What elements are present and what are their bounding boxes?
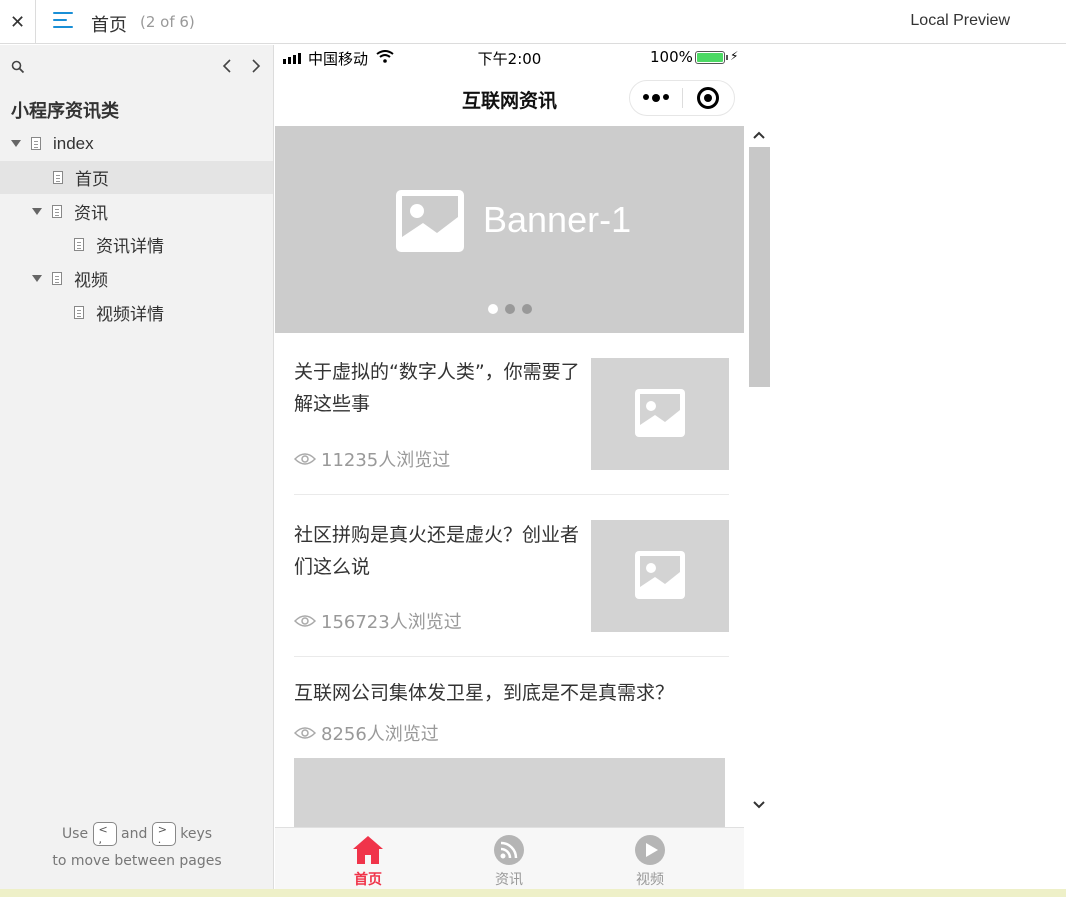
carousel-dot[interactable] xyxy=(505,304,515,314)
page-icon xyxy=(53,171,63,184)
tab-label: 首页 xyxy=(354,872,382,888)
eye-icon xyxy=(294,615,316,627)
project-title: 小程序资讯类 xyxy=(11,101,119,122)
page-count: (2 of 6) xyxy=(140,13,195,31)
tab-home[interactable]: 首页 xyxy=(298,828,438,889)
tree-item-video-detail[interactable]: 视频详情 xyxy=(0,296,273,329)
page-icon xyxy=(52,272,62,285)
page-icon xyxy=(74,238,84,251)
news-thumbnail[interactable] xyxy=(591,358,729,470)
chevron-right-icon xyxy=(252,59,261,73)
page-icon xyxy=(74,306,84,319)
bottom-strip xyxy=(0,889,1066,897)
news-title[interactable]: 社区拼购是真火还是虚火？创业者们这么说 xyxy=(294,519,584,583)
views-count: 8256人浏览过 xyxy=(321,724,439,745)
news-views: 156723人浏览过 xyxy=(294,608,462,634)
tab-label: 视频 xyxy=(636,872,664,888)
tab-bar: 首页 资讯 视频 xyxy=(275,827,744,889)
eye-icon xyxy=(294,453,316,465)
news-title[interactable]: 互联网公司集体发卫星，到底是不是真需求？ xyxy=(294,677,729,709)
prev-key-icon: <, xyxy=(92,822,117,846)
image-placeholder-icon xyxy=(396,190,464,252)
page-icon xyxy=(31,137,41,150)
caret-down-icon[interactable] xyxy=(32,208,42,215)
news-wide-thumbnail[interactable] xyxy=(294,758,725,827)
image-placeholder-icon xyxy=(635,389,685,437)
carousel-dot[interactable] xyxy=(488,304,498,314)
mini-program-navbar: 互联网资讯 xyxy=(275,71,744,126)
rss-icon xyxy=(494,835,524,865)
play-icon xyxy=(635,835,665,865)
next-key-icon: >. xyxy=(151,822,176,846)
views-count: 11235人浏览过 xyxy=(321,450,451,471)
chevron-left-icon xyxy=(222,59,231,73)
keyboard-hint: Use <, and >. keys xyxy=(0,822,274,846)
tree-item-video[interactable]: 视频 xyxy=(0,262,273,295)
close-button[interactable]: ✕ xyxy=(0,0,36,44)
search-icon[interactable] xyxy=(11,60,25,74)
tree-item-home[interactable]: 首页 xyxy=(0,161,273,194)
tree-item-label: 资讯详情 xyxy=(96,237,164,257)
tree-item-news-detail[interactable]: 资讯详情 xyxy=(0,228,273,261)
tab-news[interactable]: 资讯 xyxy=(439,828,579,889)
news-thumbnail[interactable] xyxy=(591,520,729,632)
phone-preview: 中国移动 下午2:00 100% ⚡ 互联网资讯 Banner-1 关于虚拟的“… xyxy=(275,45,744,889)
tree-item-label: 首页 xyxy=(75,170,109,190)
tree-item-label: 视频 xyxy=(74,271,108,291)
capsule-menu xyxy=(629,80,735,116)
views-count: 156723人浏览过 xyxy=(321,612,462,633)
tab-video[interactable]: 视频 xyxy=(580,828,720,889)
keyboard-hint-line2: to move between pages xyxy=(52,853,222,869)
page-icon xyxy=(52,205,62,218)
news-views: 8256人浏览过 xyxy=(294,720,439,746)
scroll-down-icon[interactable] xyxy=(752,795,766,815)
hint-text: Use xyxy=(61,826,89,842)
charging-icon: ⚡ xyxy=(730,49,739,63)
status-bar: 中国移动 下午2:00 100% ⚡ xyxy=(275,45,744,71)
news-views: 11235人浏览过 xyxy=(294,446,450,472)
hint-text: keys xyxy=(180,826,213,842)
tree-item-label: index xyxy=(53,133,94,153)
next-page-button[interactable] xyxy=(248,55,264,77)
hint-text: and xyxy=(121,826,148,842)
tree-item-label: 视频详情 xyxy=(96,305,164,325)
close-icon[interactable]: ✕ xyxy=(10,12,25,33)
tree-item-index[interactable]: index xyxy=(0,127,273,160)
caret-down-icon[interactable] xyxy=(11,140,21,147)
scroll-up-icon[interactable] xyxy=(752,125,766,145)
news-item[interactable]: 社区拼购是真火还是虚火？创业者们这么说 156723人浏览过 xyxy=(294,495,729,657)
carousel-dot[interactable] xyxy=(522,304,532,314)
sidebar: 小程序资讯类 index 首页 资讯 资讯详情 视频 视频详情 Use <, a… xyxy=(0,45,274,889)
image-placeholder-icon xyxy=(635,551,685,599)
eye-icon xyxy=(294,727,316,739)
close-mini-program-icon[interactable] xyxy=(682,87,734,109)
news-item[interactable]: 关于虚拟的“数字人类”，你需要了解这些事 11235人浏览过 xyxy=(294,333,729,495)
more-icon[interactable] xyxy=(630,94,682,102)
tree-item-news[interactable]: 资讯 xyxy=(0,195,273,228)
top-bar: ✕ 首页 (2 of 6) Local Preview xyxy=(0,0,1066,44)
tab-label: 资讯 xyxy=(495,872,523,888)
banner-text: Banner-1 xyxy=(483,199,632,240)
menu-icon[interactable] xyxy=(53,12,75,32)
scrollbar-thumb[interactable] xyxy=(749,147,770,387)
local-preview-label: Local Preview xyxy=(910,12,1010,29)
battery-icon xyxy=(695,51,728,64)
news-title[interactable]: 关于虚拟的“数字人类”，你需要了解这些事 xyxy=(294,356,584,420)
page-title: 首页 xyxy=(91,15,127,36)
home-icon xyxy=(353,836,383,864)
prev-page-button[interactable] xyxy=(219,55,235,77)
tree-item-label: 资讯 xyxy=(74,204,108,224)
banner-carousel[interactable]: Banner-1 xyxy=(275,126,744,333)
battery-percent: 100% xyxy=(650,48,693,66)
carousel-dots xyxy=(488,304,532,314)
caret-down-icon[interactable] xyxy=(32,275,42,282)
